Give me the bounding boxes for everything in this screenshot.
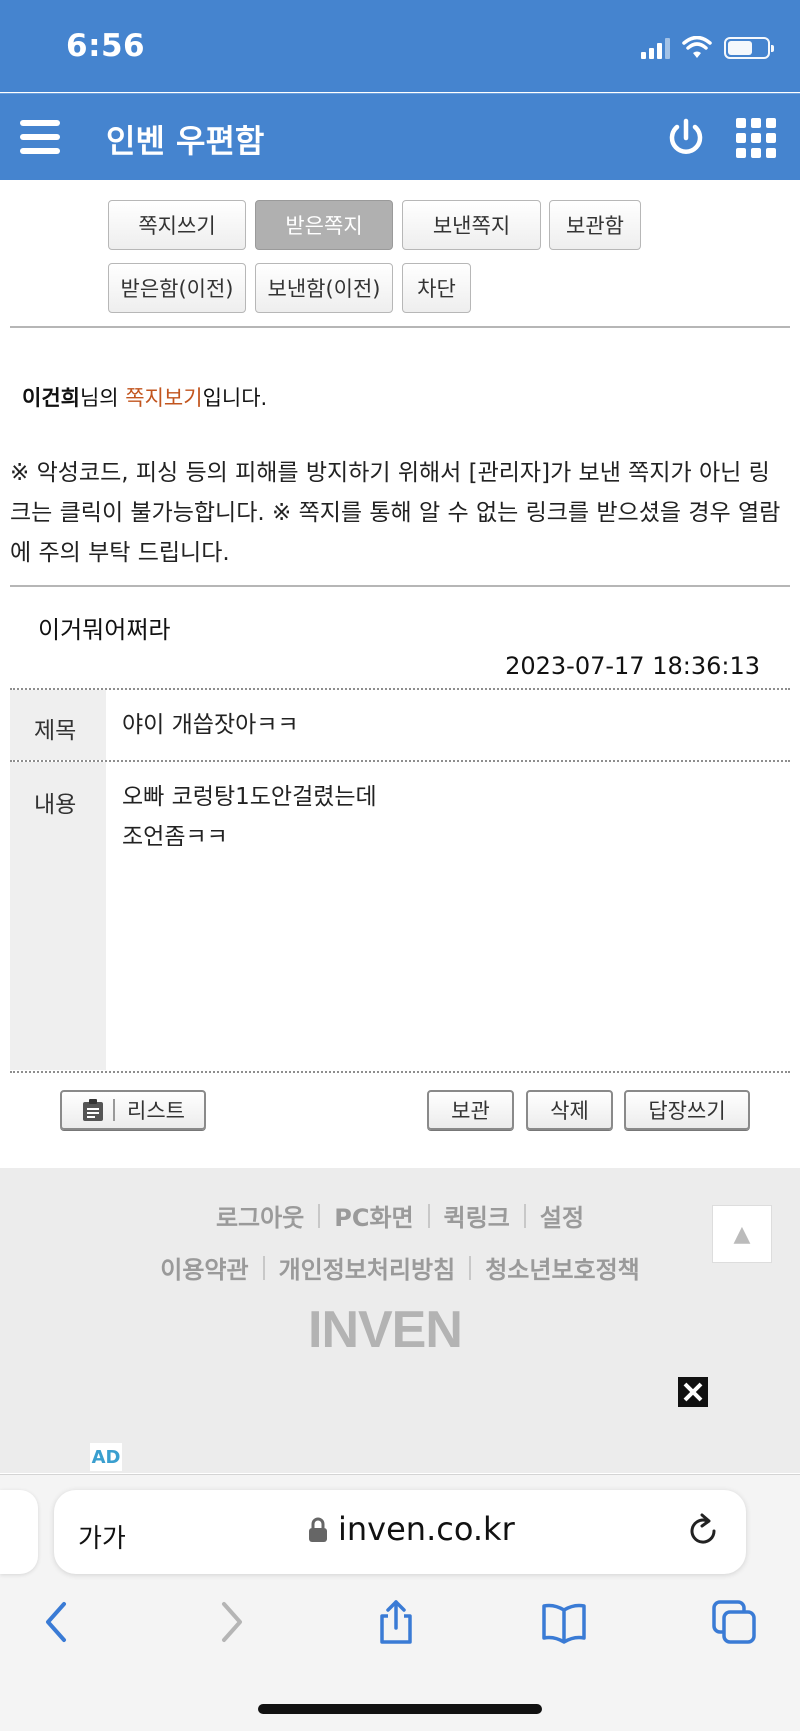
wifi-icon	[682, 36, 712, 58]
home-indicator	[258, 1704, 542, 1714]
text-size-button[interactable]: 가가	[78, 1518, 126, 1555]
lock-icon	[309, 1517, 327, 1542]
close-icon	[683, 1382, 703, 1402]
pc-view-link[interactable]: PC화면	[334, 1198, 413, 1233]
owner-name: 이건희	[22, 386, 80, 410]
status-time: 6:56	[66, 28, 146, 64]
delete-button[interactable]: 삭제	[526, 1090, 613, 1130]
tab-received-old[interactable]: 받은함(이전)	[108, 263, 246, 313]
list-button[interactable]: 리스트	[60, 1090, 206, 1130]
divider	[10, 326, 790, 328]
forward-icon[interactable]	[206, 1598, 254, 1646]
row-divider	[10, 688, 790, 690]
reload-icon[interactable]	[684, 1512, 722, 1550]
tab-sent[interactable]: 보낸쪽지	[402, 200, 541, 250]
tab-sent-old[interactable]: 보낸함(이전)	[255, 263, 393, 313]
owner-line: 이건희님의 쪽지보기입니다.	[22, 382, 267, 412]
reply-button[interactable]: 답장쓰기	[624, 1090, 750, 1130]
battery-icon	[724, 37, 774, 59]
clipboard-icon	[83, 1099, 104, 1121]
tab-compose[interactable]: 쪽지쓰기	[108, 200, 246, 250]
up-arrow-icon: ▲	[733, 1221, 751, 1247]
previous-tab-edge[interactable]	[0, 1490, 38, 1574]
power-icon[interactable]	[664, 116, 708, 160]
list-label: 리스트	[127, 1099, 185, 1123]
status-icons	[641, 36, 774, 60]
row-divider	[10, 1071, 790, 1073]
message-date: 2023-07-17 18:36:13	[505, 652, 760, 680]
view-label: 쪽지보기	[125, 386, 203, 410]
footer-links-row-1: 로그아웃 PC화면 퀵링크 설정	[0, 1198, 800, 1233]
privacy-link[interactable]: 개인정보처리방침	[279, 1250, 456, 1285]
cellular-signal-icon	[641, 37, 670, 59]
tab-received[interactable]: 받은쪽지	[255, 200, 393, 250]
content-label: 내용	[34, 792, 77, 818]
tab-storage[interactable]: 보관함	[549, 200, 641, 250]
inven-logo: INVEN	[308, 1301, 463, 1359]
tab-block[interactable]: 차단	[402, 263, 471, 313]
close-ad-button[interactable]	[678, 1377, 708, 1407]
footer-links-row-2: 이용약관 개인정보처리방침 청소년보호정책	[0, 1250, 800, 1285]
url-text: inven.co.kr	[338, 1510, 515, 1548]
hamburger-menu-icon[interactable]	[20, 120, 60, 154]
status-bar: 6:56	[0, 0, 800, 92]
tabs-icon[interactable]	[710, 1598, 758, 1646]
content-line-1: 오빠 코렁탕1도안걸렸는데	[122, 784, 377, 810]
subject-label: 제목	[34, 718, 77, 744]
share-icon[interactable]	[372, 1598, 420, 1646]
content-line-2: 조언좀ㅋㅋ	[122, 824, 228, 850]
ad-badge: AD	[90, 1443, 122, 1471]
apps-grid-icon[interactable]	[736, 118, 776, 158]
security-notice: ※ 악성코드, 피싱 등의 피해를 방지하기 위해서 [관리자]가 보낸 쪽지가…	[10, 460, 781, 566]
address-bar[interactable]: 가가 inven.co.kr	[54, 1490, 746, 1574]
separator	[113, 1099, 116, 1121]
logout-link[interactable]: 로그아웃	[216, 1198, 304, 1233]
scroll-top-button[interactable]: ▲	[712, 1205, 772, 1263]
back-icon[interactable]	[34, 1598, 82, 1646]
terms-link[interactable]: 이용약관	[160, 1250, 248, 1285]
owner-suffix: 님의	[79, 386, 126, 410]
subject-value: 야이 개씁잣아ㅋㅋ	[122, 712, 299, 738]
quick-link[interactable]: 퀵링크	[444, 1198, 510, 1233]
youth-policy-link[interactable]: 청소년보호정책	[485, 1250, 640, 1285]
sender-name: 이거뭐어쩌라	[38, 616, 171, 644]
settings-link[interactable]: 설정	[540, 1198, 584, 1233]
app-header: 인벤 우편함	[0, 93, 800, 180]
owner-suffix-end: 입니다.	[202, 386, 268, 410]
divider	[10, 585, 790, 587]
page-title: 인벤 우편함	[106, 122, 265, 160]
row-divider	[10, 760, 790, 762]
keep-button[interactable]: 보관	[427, 1090, 514, 1130]
bookmarks-icon[interactable]	[540, 1598, 588, 1646]
